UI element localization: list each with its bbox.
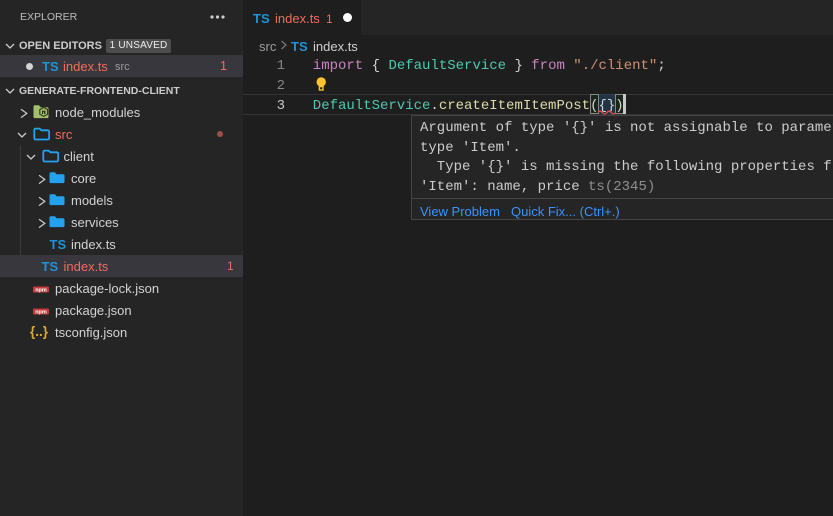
svg-text:npm: npm (35, 309, 47, 314)
svg-text:npm: npm (35, 287, 47, 292)
